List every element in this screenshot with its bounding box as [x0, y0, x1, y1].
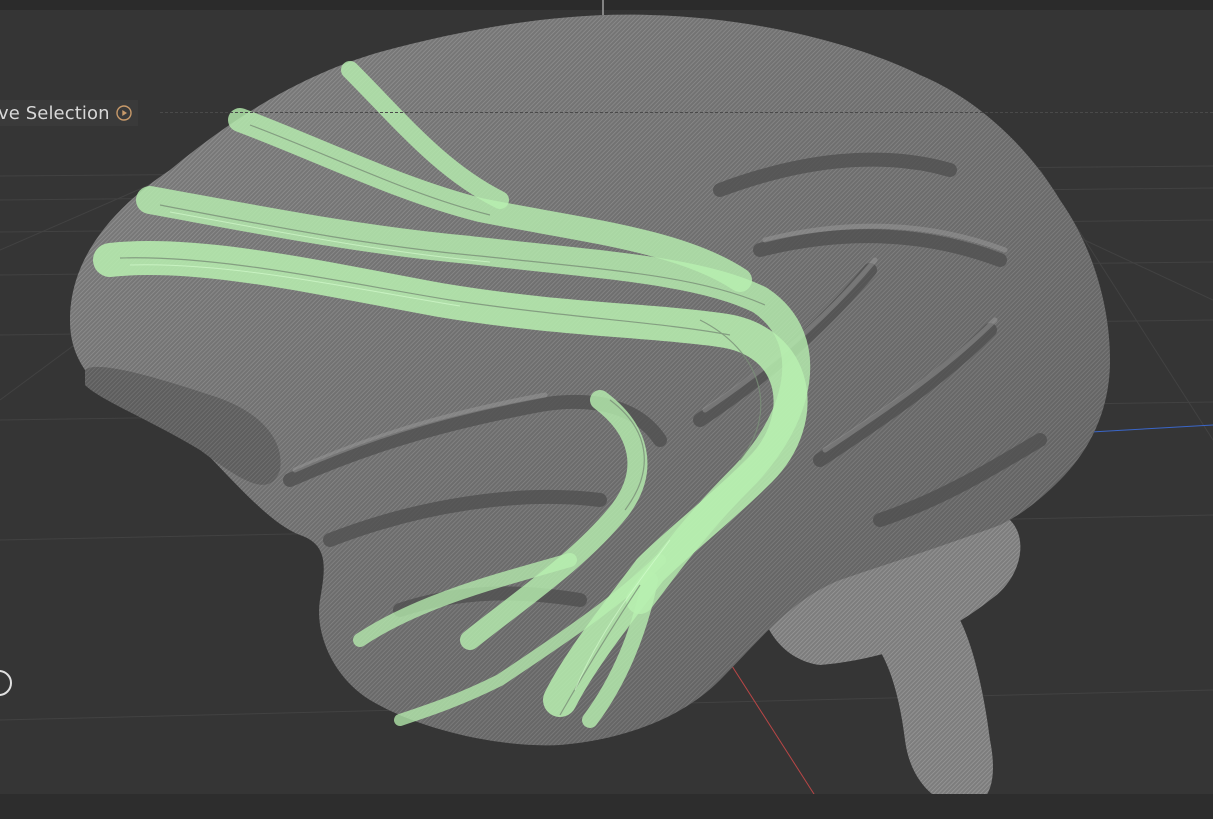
play-circle-icon[interactable]	[115, 105, 132, 121]
viewport-bottom-bar	[0, 794, 1213, 819]
3d-viewport[interactable]: ve Selection	[0, 0, 1213, 819]
selection-label-text: ve Selection	[0, 102, 110, 124]
dashed-guide-line	[160, 112, 1213, 113]
scene-canvas[interactable]	[0, 0, 1213, 819]
interactive-selection-label[interactable]: ve Selection	[0, 100, 138, 126]
